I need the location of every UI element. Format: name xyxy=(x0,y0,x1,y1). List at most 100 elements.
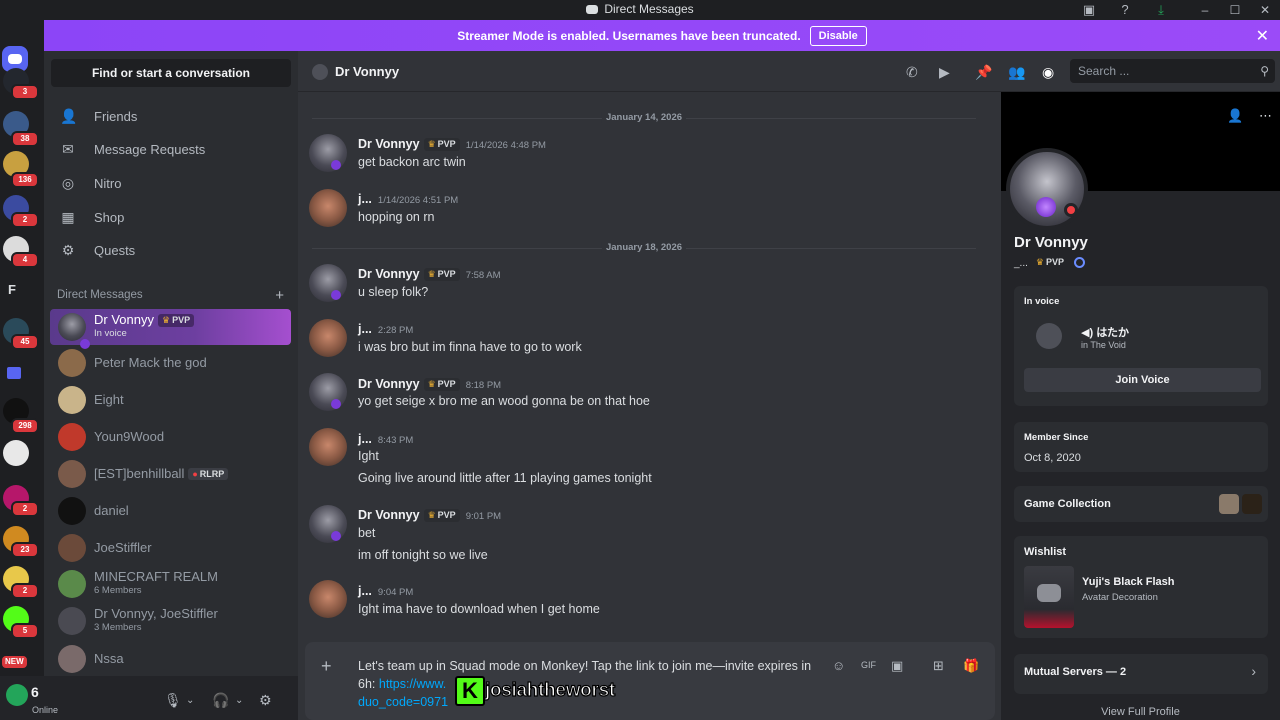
nav-friends[interactable]: 👤 Friends xyxy=(52,101,290,131)
headphones-icon[interactable]: 🎧 xyxy=(212,692,229,709)
dm-item[interactable]: Dr Vonnyy, JoeStiffler 3 Members xyxy=(50,603,291,639)
avatar xyxy=(58,313,90,349)
message-author[interactable]: Dr Vonnyy xyxy=(358,508,420,522)
chevron-down-icon[interactable]: ⌄ xyxy=(235,695,243,706)
dm-item[interactable]: MINECRAFT REALM 6 Members xyxy=(50,566,291,602)
emoji-icon[interactable]: ☺ xyxy=(832,658,845,673)
wishlist-item-image[interactable] xyxy=(1024,566,1074,628)
unread-badge: 298 xyxy=(11,418,39,434)
message-avatar[interactable] xyxy=(309,264,347,302)
dm-item[interactable]: Peter Mack the god xyxy=(50,345,291,381)
message-header: Dr Vonnyy ♛ PVP 9:01 PM xyxy=(358,508,501,522)
view-full-profile-link[interactable]: View Full Profile xyxy=(1001,706,1280,718)
message-avatar[interactable] xyxy=(309,373,347,411)
streamer-mode-banner: Streamer Mode is enabled. Usernames have… xyxy=(44,20,1280,51)
close-window-button[interactable]: ✕ xyxy=(1250,3,1280,17)
message-author[interactable]: j... xyxy=(358,322,372,336)
profile-avatar[interactable] xyxy=(1006,148,1088,230)
microphone-icon[interactable]: 🎙 xyxy=(164,692,182,709)
join-voice-button[interactable]: Join Voice xyxy=(1024,368,1261,392)
message-composer[interactable]: + Let's team up in Squad mode on Monkey!… xyxy=(305,642,995,720)
dm-name: [EST]benhillball ● RLRP xyxy=(94,466,229,481)
gif-icon[interactable]: GIF xyxy=(861,660,876,670)
server-icon[interactable] xyxy=(3,440,29,466)
message-author[interactable]: j... xyxy=(358,584,372,598)
phone-call-icon[interactable]: ✆ xyxy=(906,64,918,81)
chevron-down-icon[interactable]: ⌄ xyxy=(186,695,194,706)
composer-link[interactable]: https://www. xyxy=(379,677,446,691)
minimize-button[interactable]: – xyxy=(1190,3,1220,17)
message-avatar[interactable] xyxy=(309,428,347,466)
inbox-icon[interactable]: ▣ xyxy=(1082,3,1096,17)
composer-link-2[interactable]: duo_code=0971 xyxy=(358,695,448,709)
dm-item[interactable]: Youn9Wood xyxy=(50,419,291,455)
download-icon[interactable]: ⤓ xyxy=(1154,3,1168,17)
settings-gear-icon[interactable]: ⚙ xyxy=(259,692,272,709)
dm-item[interactable]: daniel xyxy=(50,493,291,529)
mutual-servers-card[interactable]: Mutual Servers — 2 › xyxy=(1014,654,1268,694)
more-options-icon[interactable]: ⋯ xyxy=(1259,108,1272,124)
add-friend-icon[interactable]: 👤 xyxy=(1227,108,1243,124)
message-author[interactable]: j... xyxy=(358,432,372,446)
dm-item-dr-vonnyy[interactable]: Dr Vonnyy ♛ PVP In voice xyxy=(50,309,291,349)
message-time: 7:58 AM xyxy=(465,270,501,281)
nav-quests[interactable]: ⚙ Quests xyxy=(52,235,290,265)
message-author[interactable]: Dr Vonnyy xyxy=(358,137,420,151)
dm-item[interactable]: Eight xyxy=(50,382,291,418)
pin-icon[interactable]: 📌 xyxy=(975,64,992,81)
search-icon: ⚲ xyxy=(1260,64,1269,78)
unread-badge: 5 xyxy=(11,623,39,639)
avatar xyxy=(58,349,86,377)
message-avatar[interactable] xyxy=(309,319,347,357)
nav-shop[interactable]: ▦ Shop xyxy=(52,202,290,232)
pvp-tag: ♛ PVP xyxy=(157,314,195,327)
add-friends-icon[interactable]: 👥 xyxy=(1008,64,1025,81)
apps-icon[interactable]: ⊞ xyxy=(933,658,944,674)
find-conversation-input[interactable]: Find or start a conversation xyxy=(51,59,291,87)
dm-header-label: Direct Messages xyxy=(57,289,143,301)
nav-label: Friends xyxy=(94,108,138,124)
video-call-icon[interactable]: ▶ xyxy=(939,64,950,81)
member-since-card: Member Since Oct 8, 2020 xyxy=(1014,422,1268,472)
game-collection-card[interactable]: Game Collection xyxy=(1014,486,1268,522)
message-header: Dr Vonnyy ♛ PVP 7:58 AM xyxy=(358,267,501,281)
user-profile-icon[interactable]: ◉ xyxy=(1042,64,1054,81)
disable-streamer-button[interactable]: Disable xyxy=(809,25,867,46)
message-author[interactable]: j... xyxy=(358,192,372,206)
avatar xyxy=(58,423,86,451)
create-dm-icon[interactable]: + xyxy=(275,287,284,304)
maximize-button[interactable]: ☐ xyxy=(1220,3,1250,17)
dnd-status-icon xyxy=(1064,203,1078,217)
dm-name: Youn9Wood xyxy=(94,429,165,444)
gift-icon[interactable]: 🎁 xyxy=(963,658,979,674)
message-avatar[interactable] xyxy=(309,189,347,227)
avatar[interactable] xyxy=(6,684,28,706)
sticker-icon[interactable]: ▣ xyxy=(891,658,903,674)
message-text: i was bro but im finna have to go to wor… xyxy=(358,340,582,354)
dm-sidebar: Find or start a conversation 👤 Friends ✉ M… xyxy=(44,51,298,720)
dm-item[interactable]: JoeStiffler xyxy=(50,530,291,566)
message-author[interactable]: Dr Vonnyy xyxy=(358,377,420,391)
server-letter-f[interactable]: F xyxy=(8,282,16,297)
message-avatar[interactable] xyxy=(309,134,347,172)
dm-name: daniel xyxy=(94,503,129,518)
wishlist-item-name[interactable]: Yuji's Black Flash xyxy=(1082,576,1175,588)
tag-text: RLRP xyxy=(199,469,225,479)
username: 6 xyxy=(31,684,39,700)
message-avatar[interactable] xyxy=(309,580,347,618)
attach-plus-icon[interactable]: + xyxy=(321,656,332,677)
date-divider-label: January 18, 2026 xyxy=(601,242,687,253)
search-input[interactable]: Search ... ⚲ xyxy=(1070,59,1275,83)
message-author[interactable]: Dr Vonnyy xyxy=(358,267,420,281)
trophy-icon: ♛ xyxy=(1035,257,1044,267)
dm-item[interactable]: [EST]benhillball ● RLRP xyxy=(50,456,291,492)
dm-item[interactable]: Nssa xyxy=(50,641,291,677)
help-icon[interactable]: ? xyxy=(1118,3,1132,17)
message-avatar[interactable] xyxy=(309,505,347,543)
nav-nitro[interactable]: ◎ Nitro xyxy=(52,168,290,198)
nitro-badge-icon xyxy=(1074,257,1085,268)
close-banner-icon[interactable]: ✕ xyxy=(1256,26,1269,46)
tag-text: PVP xyxy=(437,269,456,279)
folder-icon[interactable] xyxy=(7,367,21,379)
nav-message-requests[interactable]: ✉ Message Requests xyxy=(52,134,290,164)
